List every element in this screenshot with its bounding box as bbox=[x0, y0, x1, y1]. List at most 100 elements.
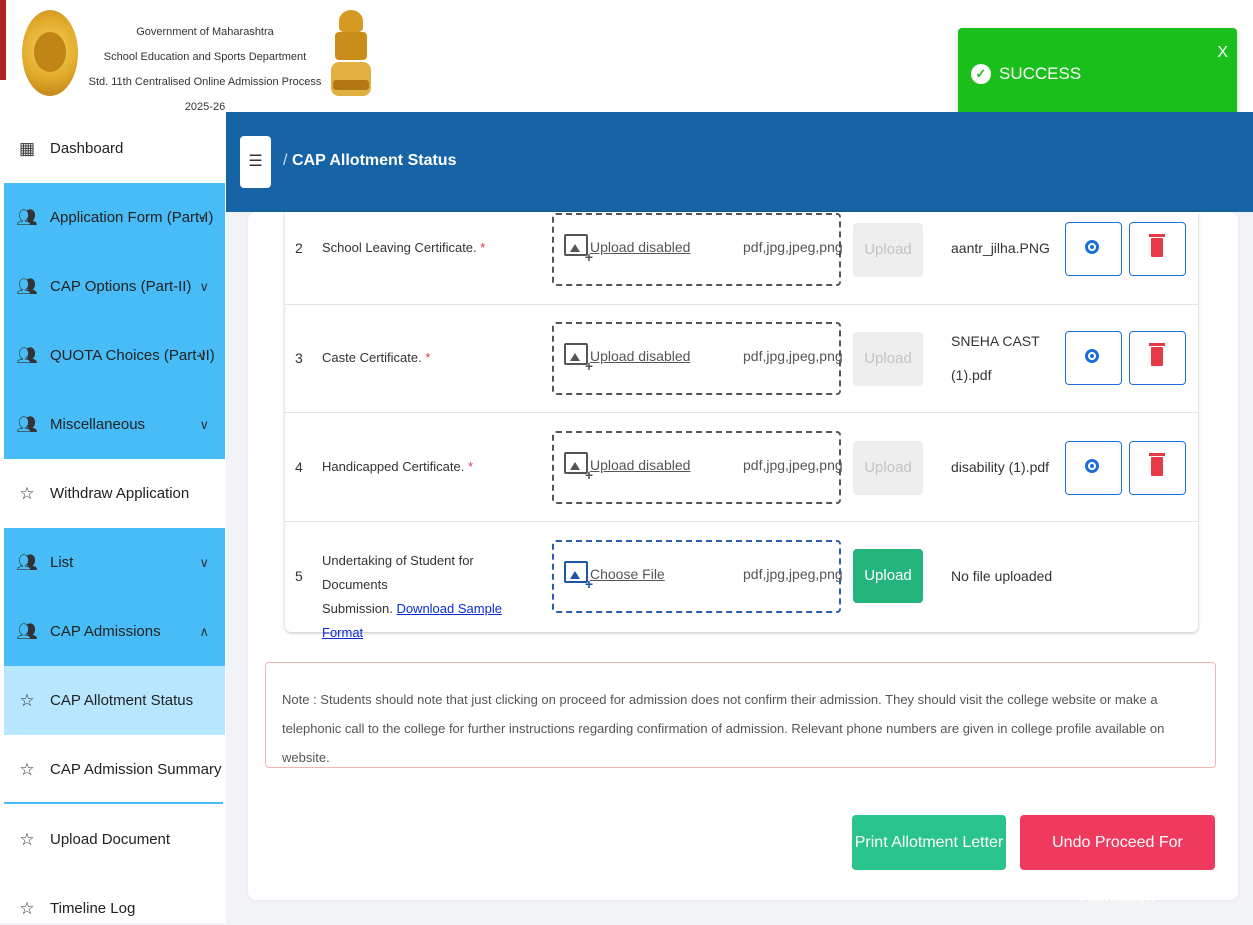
upload-dropzone: Upload disabled pdf,jpg,jpeg,png bbox=[552, 431, 843, 504]
upload-status-text: Upload disabled bbox=[590, 457, 691, 473]
trash-icon bbox=[1149, 234, 1165, 257]
sidebar: ▦ Dashboard 👥︎ Application Form (Part-I)… bbox=[0, 112, 226, 923]
sidebar-item-application-form[interactable]: 👥︎ Application Form (Part-I) ∨ bbox=[4, 183, 225, 252]
required-marker: * bbox=[467, 459, 474, 474]
document-name-text: School Leaving Certificate. bbox=[322, 240, 477, 255]
note-text: Note : Students should note that just cl… bbox=[282, 692, 1165, 765]
upload-button[interactable]: Upload bbox=[853, 223, 923, 277]
header-title: Government of Maharashtra School Educati… bbox=[80, 20, 330, 120]
sidebar-item-label: Miscellaneous bbox=[50, 416, 146, 433]
eye-icon bbox=[1085, 349, 1099, 363]
maharashtra-emblem-icon bbox=[22, 10, 78, 96]
choose-file-text[interactable]: Choose File bbox=[590, 566, 665, 582]
sidebar-item-label: CAP Options (Part-II) bbox=[50, 278, 192, 295]
check-circle-icon: ✓ bbox=[971, 64, 991, 84]
sidebar-item-miscellaneous[interactable]: 👥︎ Miscellaneous ∨ bbox=[4, 390, 225, 459]
users-icon: 👥︎ bbox=[16, 276, 38, 296]
sidebar-item-label: QUOTA Choices (Part-II) bbox=[50, 347, 215, 364]
trash-icon bbox=[1149, 343, 1165, 366]
delete-file-button[interactable] bbox=[1129, 331, 1186, 385]
table-row: 3 Caste Certificate. * Upload disabled p… bbox=[285, 304, 1198, 413]
sidebar-item-label: Dashboard bbox=[50, 140, 124, 157]
file-name-line-2: (1).pdf bbox=[951, 367, 992, 383]
document-name-text: Caste Certificate. bbox=[322, 350, 422, 365]
file-name-line-1: SNEHA CAST bbox=[951, 333, 1040, 349]
star-icon: ☆ bbox=[19, 759, 35, 779]
sidebar-item-label: Timeline Log bbox=[50, 900, 136, 917]
eye-icon bbox=[1085, 240, 1099, 254]
menu-toggle-button[interactable]: ☰ bbox=[240, 136, 271, 188]
choose-file-link[interactable]: Choose bbox=[590, 566, 638, 582]
document-name-text: Handicapped Certificate. bbox=[322, 459, 465, 474]
header-accent bbox=[0, 0, 6, 80]
users-icon: 👥︎ bbox=[16, 414, 38, 434]
uploaded-file-name: SNEHA CAST (1).pdf bbox=[951, 328, 1040, 388]
print-allotment-letter-button[interactable]: Print Allotment Letter bbox=[852, 815, 1006, 870]
users-icon: 👥︎ bbox=[16, 345, 38, 365]
upload-dropzone[interactable]: Choose File pdf,jpg,jpeg,png bbox=[552, 540, 843, 613]
view-file-button[interactable] bbox=[1065, 222, 1122, 276]
image-upload-icon bbox=[564, 234, 593, 265]
sidebar-item-cap-allotment-status[interactable]: ☆ CAP Allotment Status bbox=[4, 666, 225, 735]
chevron-down-icon: ∨ bbox=[199, 278, 209, 294]
chevron-down-icon: ∨ bbox=[199, 416, 209, 432]
chevron-down-icon: ∨ bbox=[197, 347, 207, 363]
users-icon: 👥︎ bbox=[16, 621, 38, 641]
view-file-button[interactable] bbox=[1065, 331, 1122, 385]
breadcrumb: CAP Allotment Status bbox=[292, 152, 457, 169]
toast-message: SUCCESS bbox=[999, 64, 1082, 83]
sidebar-item-label: CAP Admissions bbox=[50, 623, 161, 640]
users-icon: 👥︎ bbox=[16, 207, 38, 227]
upload-dropzone: Upload disabled pdf,jpg,jpeg,png bbox=[552, 322, 843, 395]
sidebar-item-cap-admissions[interactable]: 👥︎ CAP Admissions ∧ bbox=[4, 597, 225, 666]
admission-note: Note : Students should note that just cl… bbox=[265, 662, 1216, 768]
sidebar-item-label: Withdraw Application bbox=[50, 485, 190, 502]
undo-proceed-button[interactable]: Undo Proceed For Admission bbox=[1020, 815, 1215, 906]
sidebar-item-withdraw[interactable]: ☆ Withdraw Application bbox=[4, 459, 225, 528]
chevron-down-icon: ∨ bbox=[197, 209, 207, 225]
header-line-2: School Education and Sports Department bbox=[103, 51, 307, 63]
table-row: 2 School Leaving Certificate. * Upload d… bbox=[285, 196, 1198, 305]
eye-icon bbox=[1085, 459, 1099, 473]
national-emblem-icon bbox=[331, 10, 371, 98]
delete-file-button[interactable] bbox=[1129, 222, 1186, 276]
sidebar-item-cap-admission-summary[interactable]: ☆ CAP Admission Summary bbox=[4, 735, 225, 804]
chevron-down-icon: ∨ bbox=[199, 554, 209, 570]
chevron-up-icon: ∧ bbox=[199, 623, 209, 639]
upload-button[interactable]: Upload bbox=[853, 332, 923, 386]
upload-button[interactable]: Upload bbox=[853, 549, 923, 603]
document-name-line-1: Undertaking of Student for Documents bbox=[322, 553, 474, 592]
star-icon: ☆ bbox=[19, 483, 35, 503]
sidebar-divider bbox=[4, 802, 223, 804]
document-name: Handicapped Certificate. * bbox=[322, 455, 522, 479]
sidebar-item-timeline-log[interactable]: ☆ Timeline Log bbox=[4, 874, 225, 923]
sidebar-item-cap-options[interactable]: 👥︎ CAP Options (Part-II) ∨ bbox=[4, 252, 225, 321]
document-name: Undertaking of Student for Documents Sub… bbox=[322, 549, 522, 645]
allowed-file-types: pdf,jpg,jpeg,png bbox=[743, 239, 843, 255]
upload-status-text: Upload disabled bbox=[590, 348, 691, 364]
upload-button[interactable]: Upload bbox=[853, 441, 923, 495]
success-toast: ✓ SUCCESS X bbox=[958, 28, 1237, 122]
sidebar-item-upload-document[interactable]: ☆ Upload Document bbox=[4, 805, 225, 874]
document-name: School Leaving Certificate. * bbox=[322, 236, 522, 260]
star-icon: ☆ bbox=[19, 829, 35, 849]
required-marker: * bbox=[480, 240, 486, 255]
header-line-1: Government of Maharashtra bbox=[136, 26, 274, 38]
upload-status-text: Upload disabled bbox=[590, 239, 691, 255]
row-number: 3 bbox=[295, 350, 303, 366]
delete-file-button[interactable] bbox=[1129, 441, 1186, 495]
required-marker: * bbox=[425, 350, 431, 365]
allowed-file-types: pdf,jpg,jpeg,png bbox=[743, 457, 843, 473]
view-file-button[interactable] bbox=[1065, 441, 1122, 495]
trash-icon bbox=[1149, 453, 1165, 476]
sidebar-item-quota-choices[interactable]: 👥︎ QUOTA Choices (Part-II) ∨ bbox=[4, 321, 225, 390]
toast-close-button[interactable]: X bbox=[1217, 44, 1228, 62]
sidebar-item-list[interactable]: 👥︎ List ∨ bbox=[4, 528, 225, 597]
row-number: 5 bbox=[295, 568, 303, 584]
sidebar-item-label: CAP Admission Summary bbox=[50, 761, 222, 778]
table-row: 4 Handicapped Certificate. * Upload disa… bbox=[285, 413, 1198, 522]
document-name: Caste Certificate. * bbox=[322, 346, 522, 370]
sidebar-item-label: CAP Allotment Status bbox=[50, 692, 194, 709]
uploaded-file-name: disability (1).pdf bbox=[951, 459, 1050, 475]
sidebar-item-dashboard[interactable]: ▦ Dashboard bbox=[4, 114, 225, 183]
